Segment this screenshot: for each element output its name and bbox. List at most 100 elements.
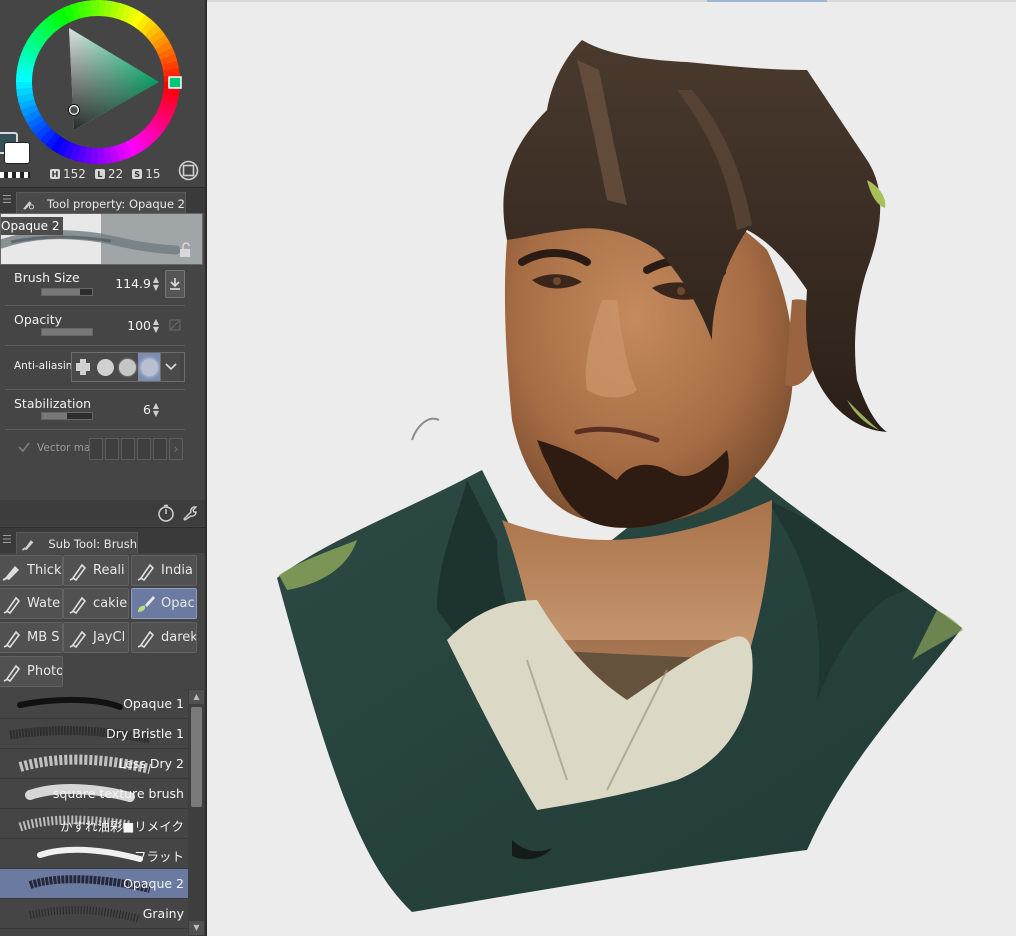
sub-tool-button[interactable]: Reali	[63, 555, 129, 586]
transparent-color-swatch[interactable]	[0, 172, 30, 178]
brush-list-item[interactable]: Dry Bristle 1	[0, 719, 188, 749]
hue-marker[interactable]	[168, 76, 182, 89]
brush-name: Opaque 2	[123, 876, 184, 891]
scroll-down-icon[interactable]: ▼	[189, 921, 204, 935]
brush-list: Opaque 1 Dry Bristle 1 Less Dry 2 square te…	[0, 689, 188, 936]
panel-menu-icon[interactable]: ☰	[2, 194, 12, 206]
panel-menu-icon[interactable]: ☰	[2, 534, 12, 546]
stabilization-value[interactable]: 6	[143, 402, 151, 417]
brush-name: Dry Bristle 1	[106, 726, 184, 741]
vector-magnet-level[interactable]	[153, 438, 167, 460]
stabilization-slider[interactable]	[41, 412, 93, 420]
sub-tool-title: Sub Tool: Brush	[48, 536, 137, 551]
wrench-icon[interactable]	[181, 504, 199, 522]
pen-icon	[3, 664, 21, 682]
sub-tool-label: JayCl	[93, 630, 126, 645]
brush-list-item[interactable]: square texture brush	[0, 779, 188, 809]
sub-tool-header: ☰ Sub Tool: Brush	[0, 527, 205, 554]
anti-aliasing-dropdown[interactable]	[160, 353, 180, 381]
sub-tool-button[interactable]: Wate	[0, 588, 63, 619]
brush-size-spinner[interactable]: ▲ ▼	[151, 276, 161, 292]
brush-preview-name: Opaque 2	[1, 217, 64, 235]
brush-size-value[interactable]: 114.9	[115, 276, 151, 291]
vector-magnet-level[interactable]	[89, 438, 103, 460]
vector-magnet-level[interactable]	[105, 438, 119, 460]
sub-tool-button[interactable]: cakie	[63, 588, 129, 619]
tab-sub-tool-brush[interactable]: Sub Tool: Brush	[16, 532, 138, 554]
scroll-up-icon[interactable]: ▲	[189, 690, 204, 704]
tab-tool-property[interactable]: Tool property: Opaque 2	[16, 192, 186, 214]
sub-tool-label: MB S	[27, 630, 60, 645]
brush-list-item[interactable]: Less Dry 2	[0, 749, 188, 779]
tool-property-header: ☰ Tool property: Opaque 2	[0, 187, 205, 214]
brush-list-item[interactable]: フラット	[0, 839, 188, 869]
opacity-slider[interactable]	[41, 328, 93, 336]
brush-size-row: Brush Size 114.9 ▲ ▼	[5, 266, 185, 306]
brush-list-item[interactable]: Opaque 1	[0, 689, 188, 719]
tool-property-icon	[23, 200, 35, 210]
brush-name: フラット	[133, 849, 184, 864]
stopwatch-icon[interactable]	[157, 504, 175, 522]
color-wheel[interactable]	[14, 0, 184, 166]
sub-tool-label: India	[161, 563, 193, 578]
vector-magnet-label: Vector ma	[37, 442, 89, 454]
stabilization-row: Stabilization 6 ▲ ▼	[5, 390, 185, 430]
unlock-icon[interactable]	[179, 242, 193, 258]
tool-property-title: Tool property: Opaque 2	[47, 196, 185, 211]
brush-list-item[interactable]: Grainy	[0, 899, 188, 929]
anti-aliasing-label: Anti-aliasing	[14, 360, 80, 372]
sub-tool-grid: Thick Reali India Wate cakie Opac MB S JayCl dar…	[0, 555, 205, 687]
anti-aliasing-row: Anti-aliasing	[5, 346, 185, 390]
pen-icon	[137, 630, 155, 648]
sub-tool-button[interactable]: Opac	[131, 588, 197, 619]
hue-value[interactable]: 152	[63, 167, 86, 181]
opacity-spinner[interactable]: ▲ ▼	[151, 318, 161, 334]
hls-readout: H 152 L 22 S 15	[50, 167, 160, 181]
anti-aliasing-strong-button[interactable]	[138, 353, 160, 381]
brush-size-label: Brush Size	[14, 270, 80, 285]
anti-aliasing-medium-button[interactable]	[116, 353, 138, 381]
sub-tool-label: cakie	[93, 596, 128, 611]
brush-size-presets-button[interactable]	[165, 270, 185, 298]
aa-none-icon	[76, 359, 90, 375]
pen-icon	[137, 563, 155, 581]
checkmark-icon[interactable]	[17, 440, 31, 454]
brush-name: Grainy	[142, 906, 184, 921]
sub-tool-button[interactable]: India	[131, 555, 197, 586]
sub-tool-button[interactable]: Photo	[0, 656, 63, 687]
vector-magnet-level[interactable]	[121, 438, 135, 460]
pen-icon	[69, 563, 87, 581]
sub-tool-button[interactable]: JayCl	[63, 622, 129, 653]
brush-list-scrollbar[interactable]: ▲ ▼	[188, 689, 205, 936]
anti-aliasing-none-button[interactable]	[72, 353, 94, 381]
sub-tool-button[interactable]: Thick	[0, 555, 63, 586]
stabilization-spinner[interactable]: ▲ ▼	[151, 402, 161, 418]
brush-size-slider[interactable]	[41, 288, 93, 296]
brush-name: かすれ油彩■リメイク	[59, 819, 184, 834]
anti-aliasing-weak-button[interactable]	[94, 353, 116, 381]
anti-aliasing-options	[71, 352, 185, 382]
pen-icon	[69, 630, 87, 648]
background-color-swatch[interactable]	[4, 142, 30, 164]
color-mode-toggle-icon[interactable]	[178, 160, 199, 181]
pressure-off-icon[interactable]	[169, 319, 181, 331]
pen-icon	[69, 596, 87, 614]
sub-tool-button[interactable]: MB S	[0, 622, 63, 653]
stabilization-label: Stabilization	[14, 396, 92, 411]
saturation-value[interactable]: 15	[145, 167, 160, 181]
chevron-right-icon[interactable]: ›	[169, 438, 183, 460]
sub-tool-button[interactable]: darek	[131, 622, 197, 653]
lightness-value[interactable]: 22	[108, 167, 123, 181]
canvas[interactable]	[207, 0, 1016, 936]
pen-icon	[3, 596, 21, 614]
vector-magnet-level[interactable]	[137, 438, 151, 460]
opacity-value[interactable]: 100	[127, 318, 151, 333]
portrait-artwork[interactable]	[207, 0, 1016, 936]
lightness-key: L	[94, 169, 105, 179]
brush-icon	[21, 539, 34, 551]
sub-tool-label: Opac	[161, 596, 195, 611]
sub-tool-label: Photo	[27, 664, 63, 679]
brush-list-item[interactable]: かすれ油彩■リメイク	[0, 809, 188, 839]
brush-list-item[interactable]: Opaque 2	[0, 869, 188, 899]
scrollbar-thumb[interactable]	[191, 707, 202, 807]
